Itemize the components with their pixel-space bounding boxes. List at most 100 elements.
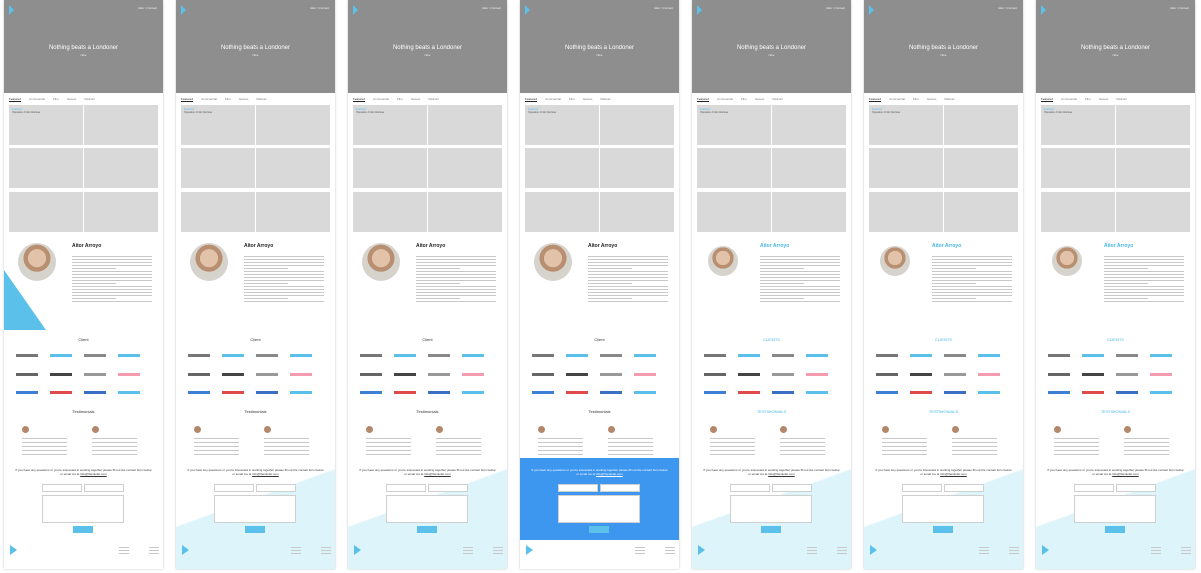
portfolio-tile[interactable] — [9, 192, 83, 232]
footer-links[interactable] — [1009, 547, 1019, 556]
contact-email[interactable]: info@thestudio.com — [596, 472, 623, 476]
footer-logo-icon[interactable] — [526, 545, 533, 555]
portfolio-tile[interactable] — [256, 148, 330, 188]
send-button[interactable] — [589, 526, 609, 533]
tab-commercial[interactable]: Commercial — [1061, 97, 1077, 101]
footer-logo-icon[interactable] — [354, 545, 361, 555]
tab-film[interactable]: Film — [397, 97, 403, 101]
tab-medium[interactable]: Medium — [428, 97, 439, 101]
message-textarea[interactable] — [1074, 495, 1156, 523]
portfolio-tile[interactable] — [772, 192, 846, 232]
portfolio-tile[interactable] — [428, 105, 502, 145]
tab-medium[interactable]: Medium — [1116, 97, 1127, 101]
portfolio-tile[interactable] — [256, 105, 330, 145]
tab-featured[interactable]: Featured — [525, 97, 538, 102]
logo-icon[interactable] — [525, 5, 530, 15]
portfolio-tile[interactable] — [84, 148, 158, 188]
portfolio-tile[interactable] — [1116, 192, 1190, 232]
send-button[interactable] — [417, 526, 437, 533]
name-input[interactable] — [902, 484, 942, 492]
tab-medium[interactable]: Medium — [944, 97, 955, 101]
hero-nav[interactable]: Aitor / Contact — [482, 6, 501, 10]
portfolio-tile[interactable] — [1041, 148, 1115, 188]
message-textarea[interactable] — [730, 495, 812, 523]
footer-links[interactable] — [1151, 547, 1161, 556]
hero-nav[interactable]: Aitor / Contact — [1170, 6, 1189, 10]
footer-logo-icon[interactable] — [1042, 545, 1049, 555]
hero-nav[interactable]: Aitor / Contact — [654, 6, 673, 10]
name-input[interactable] — [386, 484, 426, 492]
portfolio-tile[interactable] — [869, 148, 943, 188]
portfolio-tile[interactable] — [600, 105, 674, 145]
message-textarea[interactable] — [214, 495, 296, 523]
send-button[interactable] — [761, 526, 781, 533]
name-input[interactable] — [558, 484, 598, 492]
portfolio-tile[interactable]: Featured Operation of Alo Gloriosa — [181, 105, 255, 145]
footer-links[interactable] — [1181, 547, 1191, 556]
portfolio-tile[interactable] — [600, 148, 674, 188]
tab-games[interactable]: Games — [239, 97, 249, 101]
portfolio-tile[interactable] — [600, 192, 674, 232]
tab-featured[interactable]: Featured — [697, 97, 710, 102]
tab-games[interactable]: Games — [583, 97, 593, 101]
tab-games[interactable]: Games — [927, 97, 937, 101]
tab-games[interactable]: Games — [755, 97, 765, 101]
tab-film[interactable]: Film — [741, 97, 747, 101]
send-button[interactable] — [245, 526, 265, 533]
tab-film[interactable]: Film — [53, 97, 59, 101]
send-button[interactable] — [933, 526, 953, 533]
message-textarea[interactable] — [386, 495, 468, 523]
tab-film[interactable]: Film — [913, 97, 919, 101]
email-input[interactable] — [944, 484, 984, 492]
contact-email[interactable]: info@thestudio.com — [768, 472, 795, 476]
tab-commercial[interactable]: Commercial — [717, 97, 733, 101]
footer-logo-icon[interactable] — [182, 545, 189, 555]
portfolio-tile[interactable] — [1116, 105, 1190, 145]
hero-nav[interactable]: Aitor / Contact — [138, 6, 157, 10]
logo-icon[interactable] — [9, 5, 14, 15]
footer-links[interactable] — [321, 547, 331, 556]
name-input[interactable] — [42, 484, 82, 492]
tab-commercial[interactable]: Commercial — [545, 97, 561, 101]
portfolio-tile[interactable] — [181, 192, 255, 232]
hero-nav[interactable]: Aitor / Contact — [998, 6, 1017, 10]
portfolio-tile[interactable] — [1116, 148, 1190, 188]
tab-film[interactable]: Film — [1085, 97, 1091, 101]
portfolio-tile[interactable] — [772, 105, 846, 145]
contact-email[interactable]: info@thestudio.com — [424, 472, 451, 476]
tab-commercial[interactable]: Commercial — [201, 97, 217, 101]
portfolio-tile[interactable] — [9, 148, 83, 188]
logo-icon[interactable] — [869, 5, 874, 15]
footer-logo-icon[interactable] — [870, 545, 877, 555]
tab-commercial[interactable]: Commercial — [889, 97, 905, 101]
tab-featured[interactable]: Featured — [9, 97, 22, 102]
logo-icon[interactable] — [353, 5, 358, 15]
portfolio-tile[interactable]: Featured Operation of Alo Gloriosa — [353, 105, 427, 145]
tab-commercial[interactable]: Commercial — [29, 97, 45, 101]
email-input[interactable] — [772, 484, 812, 492]
portfolio-tile[interactable]: Featured Operation of Alo Gloriosa — [525, 105, 599, 145]
contact-email[interactable]: info@thestudio.com — [252, 472, 279, 476]
message-textarea[interactable] — [558, 495, 640, 523]
hero-nav[interactable]: Aitor / Contact — [310, 6, 329, 10]
footer-logo-icon[interactable] — [698, 545, 705, 555]
portfolio-tile[interactable] — [525, 148, 599, 188]
footer-links[interactable] — [149, 547, 159, 556]
portfolio-tile[interactable] — [944, 148, 1018, 188]
portfolio-tile[interactable] — [84, 105, 158, 145]
portfolio-tile[interactable] — [84, 192, 158, 232]
portfolio-tile[interactable] — [697, 192, 771, 232]
email-input[interactable] — [1116, 484, 1156, 492]
portfolio-tile[interactable]: Featured Operation of Alo Gloriosa — [697, 105, 771, 145]
tab-medium[interactable]: Medium — [84, 97, 95, 101]
tab-commercial[interactable]: Commercial — [373, 97, 389, 101]
portfolio-tile[interactable] — [869, 192, 943, 232]
email-input[interactable] — [600, 484, 640, 492]
tab-medium[interactable]: Medium — [772, 97, 783, 101]
footer-links[interactable] — [119, 547, 129, 556]
hero-nav[interactable]: Aitor / Contact — [826, 6, 845, 10]
tab-medium[interactable]: Medium — [600, 97, 611, 101]
portfolio-tile[interactable] — [256, 192, 330, 232]
portfolio-tile[interactable] — [772, 148, 846, 188]
footer-links[interactable] — [463, 547, 473, 556]
